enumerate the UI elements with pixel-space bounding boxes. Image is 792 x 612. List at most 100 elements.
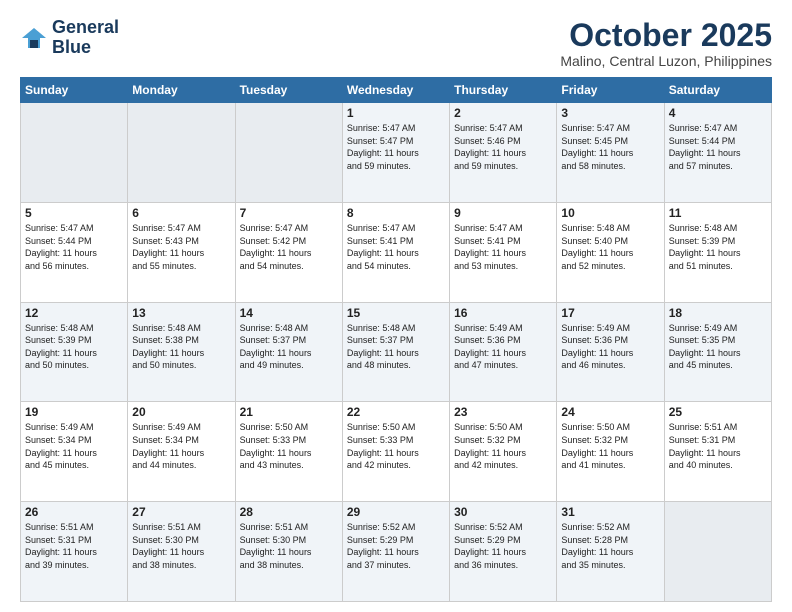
cell-info: Sunrise: 5:47 AM Sunset: 5:43 PM Dayligh…	[132, 222, 230, 272]
calendar-cell: 24Sunrise: 5:50 AM Sunset: 5:32 PM Dayli…	[557, 402, 664, 502]
day-number: 8	[347, 206, 445, 220]
calendar-cell	[128, 103, 235, 203]
calendar-cell: 12Sunrise: 5:48 AM Sunset: 5:39 PM Dayli…	[21, 302, 128, 402]
day-number: 6	[132, 206, 230, 220]
cell-info: Sunrise: 5:49 AM Sunset: 5:34 PM Dayligh…	[25, 421, 123, 471]
day-number: 9	[454, 206, 552, 220]
cell-info: Sunrise: 5:47 AM Sunset: 5:44 PM Dayligh…	[25, 222, 123, 272]
cell-info: Sunrise: 5:51 AM Sunset: 5:31 PM Dayligh…	[669, 421, 767, 471]
calendar-cell: 7Sunrise: 5:47 AM Sunset: 5:42 PM Daylig…	[235, 202, 342, 302]
calendar-cell: 13 Sunrise: 5:48 AM Sunset: 5:38 PM Dayli…	[128, 302, 235, 402]
weekday-header: Monday	[128, 78, 235, 103]
day-number: 24	[561, 405, 659, 419]
weekday-header: Wednesday	[342, 78, 449, 103]
day-number: 27	[132, 505, 230, 519]
day-number: 29	[347, 505, 445, 519]
cell-info: Sunrise: 5:48 AM Sunset: 5:39 PM Dayligh…	[669, 222, 767, 272]
cell-info: Sunrise: 5:47 AM Sunset: 5:41 PM Dayligh…	[454, 222, 552, 272]
cell-info: Sunrise: 5:47 AM Sunset: 5:47 PM Dayligh…	[347, 122, 445, 172]
calendar-cell: 2 Sunrise: 5:47 AM Sunset: 5:46 PM Daylig…	[450, 103, 557, 203]
day-number: 12	[25, 306, 123, 320]
calendar-cell: 19Sunrise: 5:49 AM Sunset: 5:34 PM Dayli…	[21, 402, 128, 502]
weekday-header: Tuesday	[235, 78, 342, 103]
cell-info: Sunrise: 5:50 AM Sunset: 5:33 PM Dayligh…	[347, 421, 445, 471]
cell-info: Sunrise: 5:48 AM Sunset: 5:38 PM Dayligh…	[132, 322, 230, 372]
header: General Blue October 2025 Malino, Centra…	[20, 18, 772, 69]
cell-info: Sunrise: 5:48 AM Sunset: 5:40 PM Dayligh…	[561, 222, 659, 272]
month-title: October 2025	[560, 18, 772, 53]
weekday-header: Friday	[557, 78, 664, 103]
cell-info: Sunrise: 5:47 AM Sunset: 5:45 PM Dayligh…	[561, 122, 659, 172]
day-number: 28	[240, 505, 338, 519]
day-number: 10	[561, 206, 659, 220]
cell-info: Sunrise: 5:47 AM Sunset: 5:46 PM Dayligh…	[454, 122, 552, 172]
day-number: 11	[669, 206, 767, 220]
day-number: 13	[132, 306, 230, 320]
day-number: 5	[25, 206, 123, 220]
day-number: 22	[347, 405, 445, 419]
calendar-cell: 28 Sunrise: 5:51 AM Sunset: 5:30 PM Dayli…	[235, 502, 342, 602]
cell-info: Sunrise: 5:48 AM Sunset: 5:37 PM Dayligh…	[347, 322, 445, 372]
page: General Blue October 2025 Malino, Centra…	[0, 0, 792, 612]
day-number: 25	[669, 405, 767, 419]
calendar-cell: 22 Sunrise: 5:50 AM Sunset: 5:33 PM Dayli…	[342, 402, 449, 502]
calendar-cell: 10 Sunrise: 5:48 AM Sunset: 5:40 PM Dayli…	[557, 202, 664, 302]
day-number: 26	[25, 505, 123, 519]
cell-info: Sunrise: 5:49 AM Sunset: 5:34 PM Dayligh…	[132, 421, 230, 471]
cell-info: Sunrise: 5:52 AM Sunset: 5:28 PM Dayligh…	[561, 521, 659, 571]
logo-line2: Blue	[52, 38, 119, 58]
calendar-cell: 16Sunrise: 5:49 AM Sunset: 5:36 PM Dayli…	[450, 302, 557, 402]
calendar-cell: 14 Sunrise: 5:48 AM Sunset: 5:37 PM Dayli…	[235, 302, 342, 402]
day-number: 17	[561, 306, 659, 320]
calendar-week-row: 5 Sunrise: 5:47 AM Sunset: 5:44 PM Daylig…	[21, 202, 772, 302]
title-block: October 2025 Malino, Central Luzon, Phil…	[560, 18, 772, 69]
calendar-cell: 3 Sunrise: 5:47 AM Sunset: 5:45 PM Daylig…	[557, 103, 664, 203]
day-number: 21	[240, 405, 338, 419]
location: Malino, Central Luzon, Philippines	[560, 53, 772, 69]
logo-text: General Blue	[52, 18, 119, 58]
day-number: 20	[132, 405, 230, 419]
calendar-cell: 30 Sunrise: 5:52 AM Sunset: 5:29 PM Dayli…	[450, 502, 557, 602]
day-number: 15	[347, 306, 445, 320]
cell-info: Sunrise: 5:49 AM Sunset: 5:35 PM Dayligh…	[669, 322, 767, 372]
calendar-cell: 17 Sunrise: 5:49 AM Sunset: 5:36 PM Dayli…	[557, 302, 664, 402]
cell-info: Sunrise: 5:48 AM Sunset: 5:37 PM Dayligh…	[240, 322, 338, 372]
day-number: 31	[561, 505, 659, 519]
day-number: 2	[454, 106, 552, 120]
day-number: 14	[240, 306, 338, 320]
day-number: 23	[454, 405, 552, 419]
calendar-cell	[21, 103, 128, 203]
day-number: 1	[347, 106, 445, 120]
weekday-header: Saturday	[664, 78, 771, 103]
weekday-header: Sunday	[21, 78, 128, 103]
day-number: 30	[454, 505, 552, 519]
calendar-cell: 27 Sunrise: 5:51 AM Sunset: 5:30 PM Dayli…	[128, 502, 235, 602]
day-number: 18	[669, 306, 767, 320]
calendar-week-row: 12Sunrise: 5:48 AM Sunset: 5:39 PM Dayli…	[21, 302, 772, 402]
cell-info: Sunrise: 5:51 AM Sunset: 5:30 PM Dayligh…	[132, 521, 230, 571]
calendar-week-row: 1 Sunrise: 5:47 AM Sunset: 5:47 PM Daylig…	[21, 103, 772, 203]
logo-line1: General	[52, 18, 119, 38]
cell-info: Sunrise: 5:52 AM Sunset: 5:29 PM Dayligh…	[347, 521, 445, 571]
cell-info: Sunrise: 5:51 AM Sunset: 5:30 PM Dayligh…	[240, 521, 338, 571]
cell-info: Sunrise: 5:47 AM Sunset: 5:42 PM Dayligh…	[240, 222, 338, 272]
cell-info: Sunrise: 5:51 AM Sunset: 5:31 PM Dayligh…	[25, 521, 123, 571]
calendar-cell: 11 Sunrise: 5:48 AM Sunset: 5:39 PM Dayli…	[664, 202, 771, 302]
cell-info: Sunrise: 5:49 AM Sunset: 5:36 PM Dayligh…	[561, 322, 659, 372]
day-number: 3	[561, 106, 659, 120]
calendar-cell: 9 Sunrise: 5:47 AM Sunset: 5:41 PM Daylig…	[450, 202, 557, 302]
cell-info: Sunrise: 5:49 AM Sunset: 5:36 PM Dayligh…	[454, 322, 552, 372]
calendar-cell: 5 Sunrise: 5:47 AM Sunset: 5:44 PM Daylig…	[21, 202, 128, 302]
logo-icon	[20, 24, 48, 52]
header-row: SundayMondayTuesdayWednesdayThursdayFrid…	[21, 78, 772, 103]
calendar-cell: 21 Sunrise: 5:50 AM Sunset: 5:33 PM Dayli…	[235, 402, 342, 502]
calendar-cell: 6 Sunrise: 5:47 AM Sunset: 5:43 PM Daylig…	[128, 202, 235, 302]
cell-info: Sunrise: 5:52 AM Sunset: 5:29 PM Dayligh…	[454, 521, 552, 571]
calendar-cell	[235, 103, 342, 203]
cell-info: Sunrise: 5:47 AM Sunset: 5:41 PM Dayligh…	[347, 222, 445, 272]
calendar-cell: 25 Sunrise: 5:51 AM Sunset: 5:31 PM Dayli…	[664, 402, 771, 502]
calendar-cell: 26 Sunrise: 5:51 AM Sunset: 5:31 PM Dayli…	[21, 502, 128, 602]
calendar-week-row: 26 Sunrise: 5:51 AM Sunset: 5:31 PM Dayli…	[21, 502, 772, 602]
calendar-cell	[664, 502, 771, 602]
cell-info: Sunrise: 5:50 AM Sunset: 5:33 PM Dayligh…	[240, 421, 338, 471]
